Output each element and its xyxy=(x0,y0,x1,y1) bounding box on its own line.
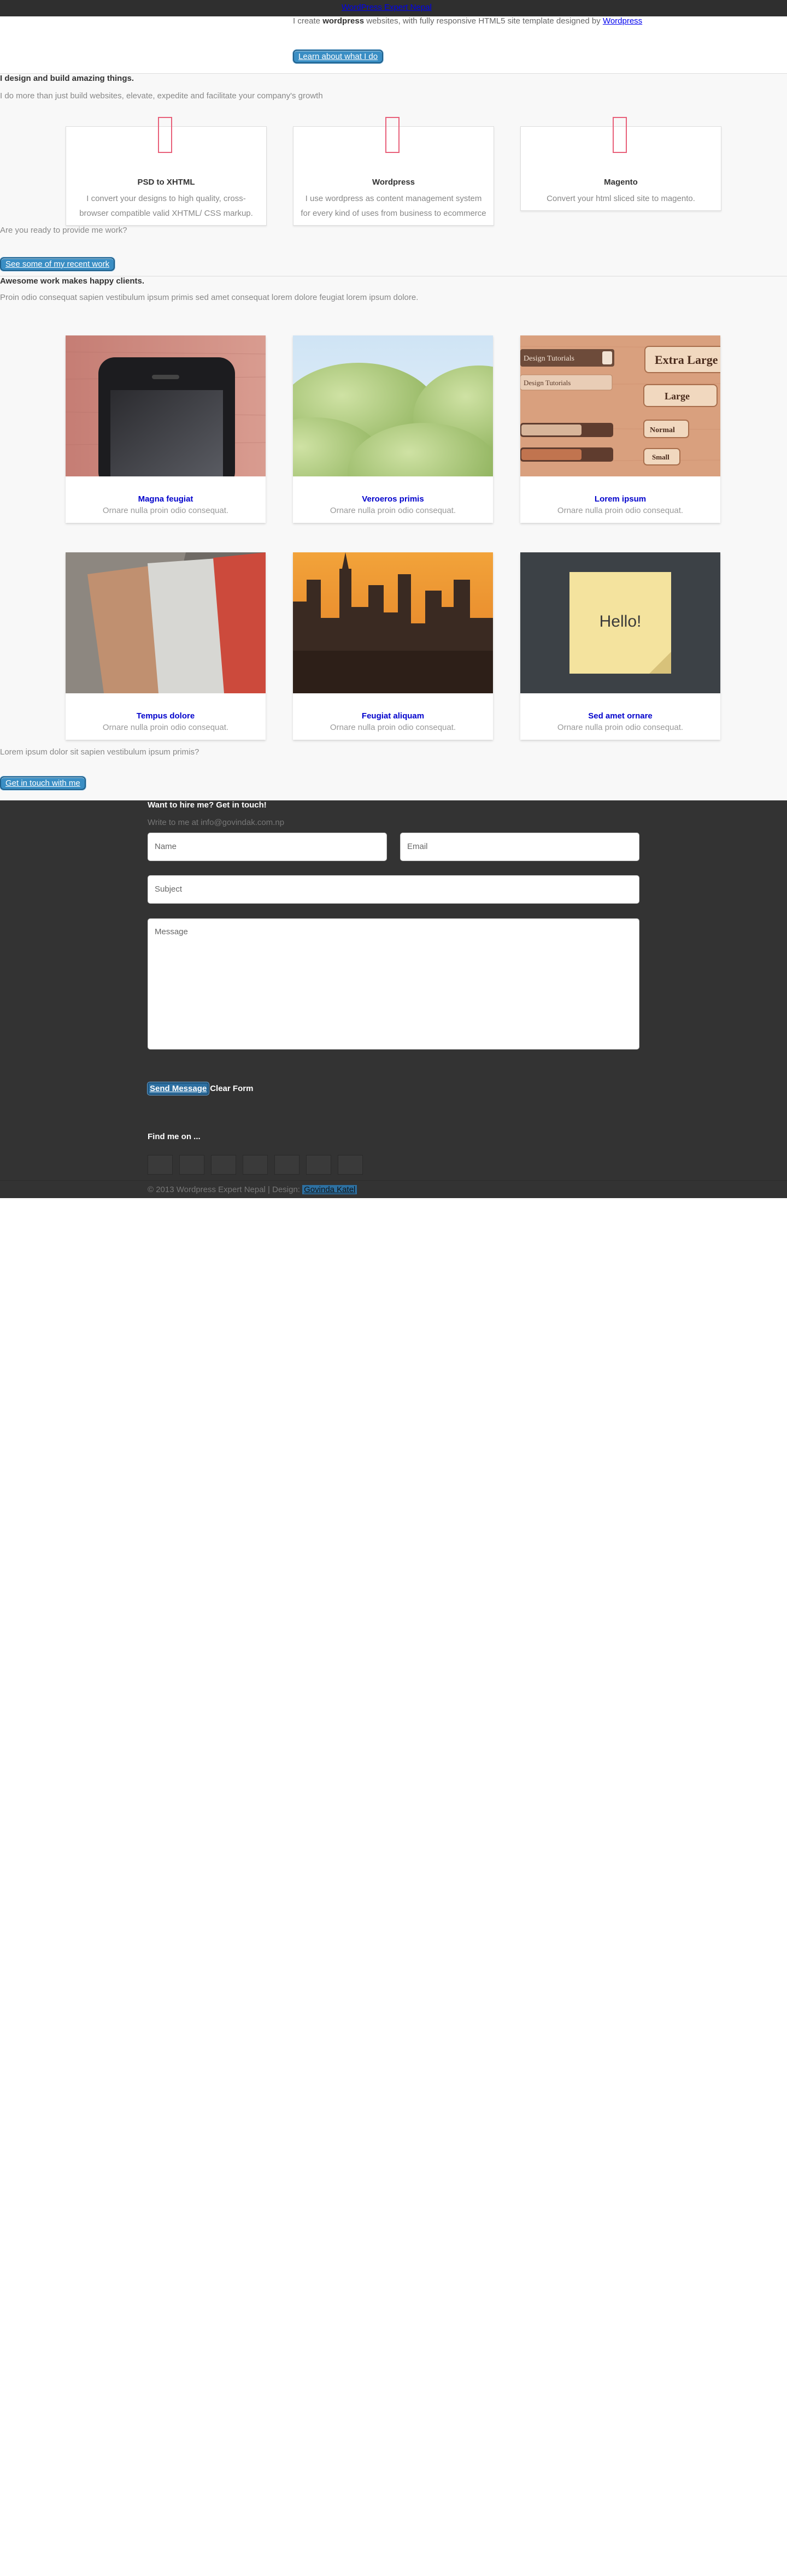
copyright: © 2013 Wordpress Expert Nepal | Design: … xyxy=(148,1185,357,1194)
ui-btn-l: Large xyxy=(665,391,690,402)
tile-title: Sed amet ornare xyxy=(588,711,653,721)
social-icon[interactable] xyxy=(306,1155,331,1175)
ui-btn-n: Normal xyxy=(650,426,675,434)
portfolio-tile[interactable]: Hello! Sed amet ornare Ornare nulla proi… xyxy=(520,552,720,740)
ui-kit-thumbnail: Design Tutorials Design Tutorials Extra … xyxy=(520,335,720,476)
contact-email-text: Write to me at info@govindak.com.np xyxy=(148,818,285,827)
intro-bold: wordpress xyxy=(322,16,365,26)
services-question: Are you ready to provide me work? xyxy=(0,226,127,235)
tile-title: Feugiat aliquam xyxy=(361,711,425,721)
learn-more-button[interactable]: Learn about what I do xyxy=(293,50,384,63)
intro-section: I create wordpress websites, with fully … xyxy=(0,16,787,73)
tile-text: Ornare nulla proin odio consequat. xyxy=(102,723,229,732)
ui-select-1: Design Tutorials xyxy=(524,355,574,363)
ui-select-2: Design Tutorials xyxy=(524,379,571,387)
portfolio-subtitle: Proin odio consequat sapien vestibulum i… xyxy=(0,293,419,302)
social-icon[interactable] xyxy=(338,1155,363,1175)
intro-middle: websites, with fully responsive HTML5 si… xyxy=(364,16,603,26)
wordpress-link[interactable]: Wordpress xyxy=(603,16,642,26)
service-card-wordpress: Wordpress I use wordpress as content man… xyxy=(293,117,494,226)
tile-text: Ornare nulla proin odio consequat. xyxy=(102,506,229,515)
portfolio-tile[interactable]: Tempus dolore Ornare nulla proin odio co… xyxy=(66,552,266,740)
social-icon[interactable] xyxy=(148,1155,173,1175)
sticky-note-text: Hello! xyxy=(600,612,642,630)
tile-text: Ornare nulla proin odio consequat. xyxy=(330,506,456,515)
service-title: Magento xyxy=(604,178,638,187)
service-title: PSD to XHTML xyxy=(137,178,195,187)
find-me-title: Find me on ... xyxy=(148,1132,201,1141)
send-message-button[interactable]: Send Message xyxy=(148,1082,209,1095)
tile-text: Ornare nulla proin odio consequat. xyxy=(557,506,684,515)
subject-input[interactable]: Subject xyxy=(148,875,639,904)
tile-title: Lorem ipsum xyxy=(594,494,647,504)
ui-btn-xl: Extra Large xyxy=(655,353,718,367)
service-text: I use wordpress as content management sy… xyxy=(301,194,486,218)
service-card-magento: Magento Convert your html sliced site to… xyxy=(520,117,721,211)
hills-thumbnail xyxy=(293,335,493,476)
service-text: I convert your designs to high quality, … xyxy=(79,194,253,218)
phone-thumbnail xyxy=(66,335,266,476)
services-title: I design and build amazing things. xyxy=(0,74,134,83)
form-buttons: Send Message Clear Form xyxy=(148,1082,253,1095)
portfolio-title: Awesome work makes happy clients. xyxy=(0,276,145,286)
service-title: Wordpress xyxy=(372,178,415,187)
portfolio-tile[interactable]: Veroeros primis Ornare nulla proin odio … xyxy=(293,335,493,523)
tile-title: Veroeros primis xyxy=(362,494,424,504)
social-icon[interactable] xyxy=(211,1155,236,1175)
social-icon[interactable] xyxy=(243,1155,268,1175)
portfolio-section: Awesome work makes happy clients. Proin … xyxy=(0,276,787,800)
fabric-thumbnail xyxy=(66,552,266,693)
city-thumbnail xyxy=(293,552,493,693)
footer-divider xyxy=(0,1180,787,1181)
tile-title: Tempus dolore xyxy=(136,711,195,721)
social-icon[interactable] xyxy=(179,1155,204,1175)
portfolio-tile[interactable]: Magna feugiat Ornare nulla proin odio co… xyxy=(66,335,266,523)
site-title-link[interactable]: WordPress Expert Nepal xyxy=(342,0,432,15)
clear-form-button[interactable]: Clear Form xyxy=(210,1084,253,1093)
ui-btn-s: Small xyxy=(652,453,669,461)
portfolio-tile[interactable]: Design Tutorials Design Tutorials Extra … xyxy=(520,335,720,523)
email-input[interactable]: Email xyxy=(400,833,639,861)
contact-section: Want to hire me? Get in touch! Write to … xyxy=(0,800,787,1198)
service-text: Convert your html sliced site to magento… xyxy=(547,194,695,203)
pink-outline-icon xyxy=(613,117,627,153)
tile-text: Ornare nulla proin odio consequat. xyxy=(330,723,456,732)
top-bar: WordPress Expert Nepal xyxy=(0,0,787,16)
tile-text: Ornare nulla proin odio consequat. xyxy=(557,723,684,732)
tile-title: Magna feugiat xyxy=(138,494,193,504)
copyright-text: © 2013 Wordpress Expert Nepal | Design: xyxy=(148,1185,303,1194)
services-section: I design and build amazing things. I do … xyxy=(0,73,787,276)
portfolio-tile[interactable]: Feugiat aliquam Ornare nulla proin odio … xyxy=(293,552,493,740)
social-icon[interactable] xyxy=(274,1155,299,1175)
get-in-touch-button[interactable]: Get in touch with me xyxy=(0,776,86,790)
intro-text: I create wordpress websites, with fully … xyxy=(293,16,642,26)
pink-outline-icon xyxy=(385,117,400,153)
portfolio-question: Lorem ipsum dolor sit sapien vestibulum … xyxy=(0,747,199,757)
name-input[interactable]: Name xyxy=(148,833,387,861)
pink-outline-icon xyxy=(158,117,172,153)
intro-prefix: I create xyxy=(293,16,323,26)
contact-title: Want to hire me? Get in touch! xyxy=(148,800,267,810)
services-subtitle: I do more than just build websites, elev… xyxy=(0,91,323,101)
designer-link[interactable]: Govinda Katel xyxy=(302,1185,357,1194)
message-textarea[interactable]: Message xyxy=(148,918,639,1050)
service-card-psd: PSD to XHTML I convert your designs to h… xyxy=(66,117,267,226)
sticky-note-thumbnail: Hello! xyxy=(520,552,720,693)
recent-work-button[interactable]: See some of my recent work xyxy=(0,257,115,271)
